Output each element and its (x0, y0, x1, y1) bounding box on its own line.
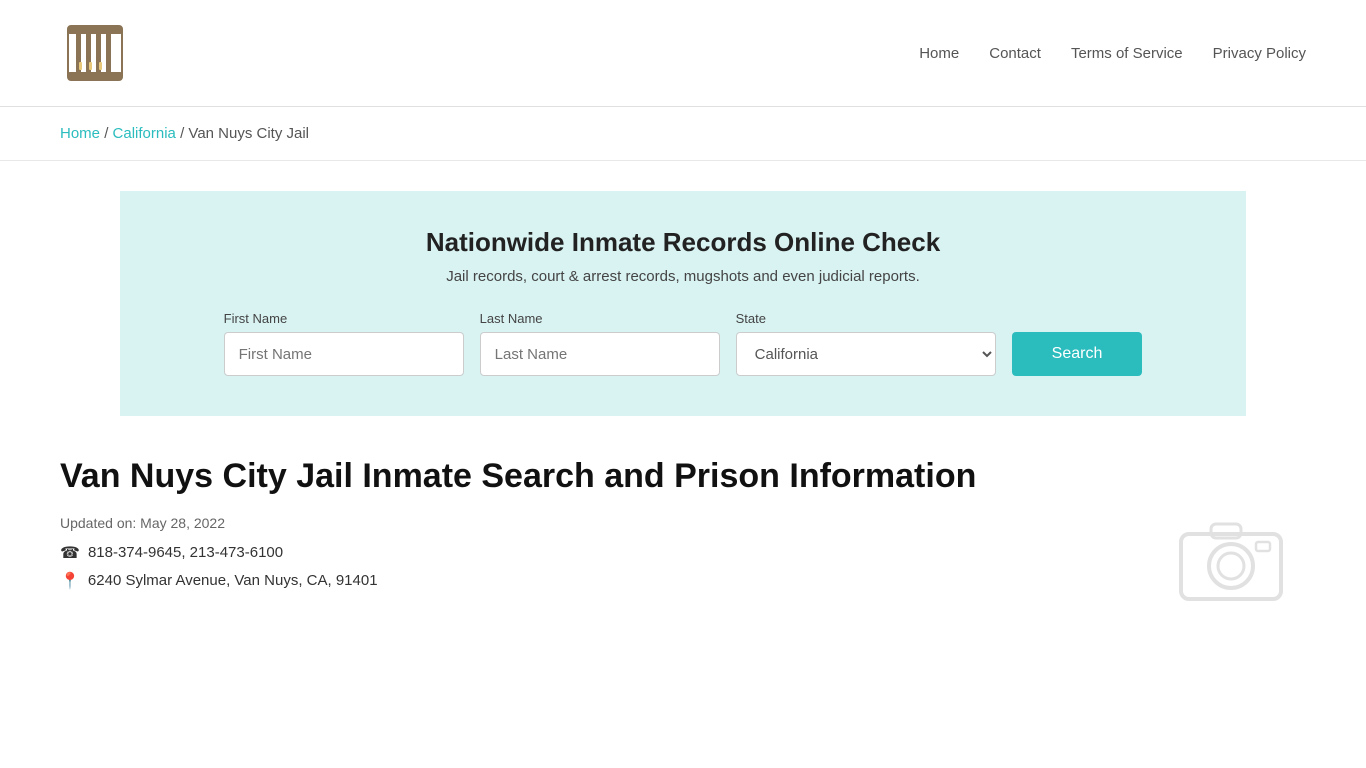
logo[interactable] (60, 18, 130, 88)
last-name-group: Last Name (480, 311, 720, 376)
banner-subtitle: Jail records, court & arrest records, mu… (180, 268, 1186, 285)
breadcrumb-home[interactable]: Home (60, 125, 100, 142)
state-select[interactable]: California Alabama Alaska Arizona Arkans… (736, 332, 996, 376)
main-content: Van Nuys City Jail Inmate Search and Pri… (0, 416, 1366, 639)
breadcrumb-jail: Van Nuys City Jail (188, 125, 309, 142)
camera-icon (1176, 514, 1286, 604)
nav-home[interactable]: Home (919, 45, 959, 62)
first-name-input[interactable] (224, 332, 464, 376)
page-title: Van Nuys City Jail Inmate Search and Pri… (60, 456, 1306, 497)
updated-date: Updated on: May 28, 2022 (60, 515, 1306, 531)
site-header: Home Contact Terms of Service Privacy Po… (0, 0, 1366, 107)
state-group: State California Alabama Alaska Arizona … (736, 311, 996, 376)
main-nav: Home Contact Terms of Service Privacy Po… (919, 45, 1306, 62)
address-text: 6240 Sylmar Avenue, Van Nuys, CA, 91401 (88, 572, 378, 589)
location-icon: 📍 (60, 571, 80, 591)
first-name-label: First Name (224, 311, 464, 326)
breadcrumb: Home / California / Van Nuys City Jail (0, 107, 1366, 161)
nav-terms[interactable]: Terms of Service (1071, 45, 1183, 62)
logo-icon (60, 18, 130, 88)
last-name-input[interactable] (480, 332, 720, 376)
search-form: First Name Last Name State California Al… (180, 311, 1186, 376)
phone-line: ☎ 818-374-9645, 213-473-6100 (60, 543, 1306, 563)
camera-placeholder (1176, 514, 1286, 609)
first-name-group: First Name (224, 311, 464, 376)
last-name-label: Last Name (480, 311, 720, 326)
search-banner: Nationwide Inmate Records Online Check J… (120, 191, 1246, 416)
state-label: State (736, 311, 996, 326)
phone-number: 818-374-9645, 213-473-6100 (88, 544, 283, 561)
breadcrumb-state[interactable]: California (113, 125, 176, 142)
banner-title: Nationwide Inmate Records Online Check (180, 227, 1186, 258)
phone-icon: ☎ (60, 543, 80, 563)
search-button[interactable]: Search (1012, 332, 1143, 376)
nav-privacy[interactable]: Privacy Policy (1213, 45, 1306, 62)
address-line: 📍 6240 Sylmar Avenue, Van Nuys, CA, 9140… (60, 571, 1306, 591)
nav-contact[interactable]: Contact (989, 45, 1041, 62)
